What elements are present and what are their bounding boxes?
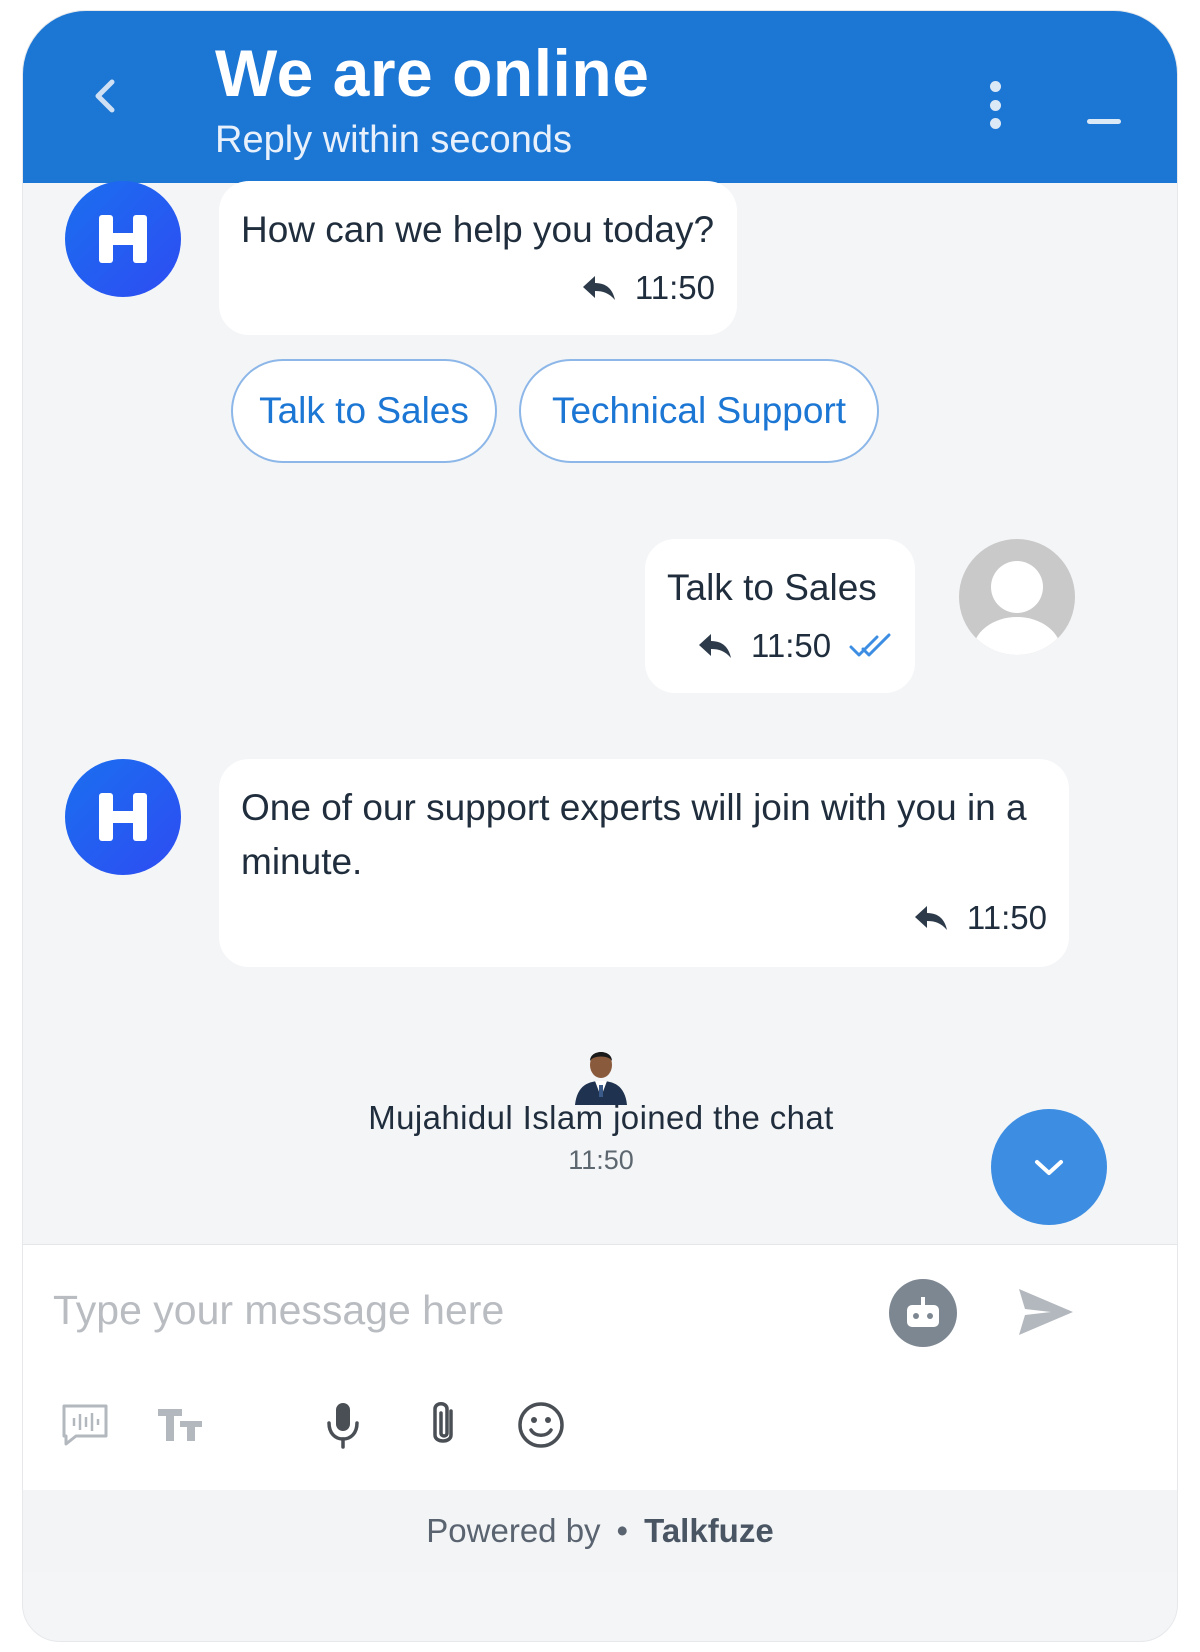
back-arrow-icon [95, 79, 115, 113]
brand-link[interactable]: Talkfuze [644, 1512, 774, 1550]
bot-button[interactable] [889, 1279, 957, 1347]
agent-avatar [65, 759, 181, 875]
header-subtitle: Reply within seconds [215, 119, 572, 161]
message-meta: 11:50 [913, 899, 1047, 937]
minimize-icon [1087, 119, 1121, 124]
brand-h-logo-icon [99, 793, 147, 841]
bot-icon [907, 1297, 939, 1327]
brand-h-logo-icon [99, 215, 147, 263]
user-placeholder-icon [973, 561, 1061, 655]
emoji-icon [518, 1402, 564, 1448]
reply-icon [699, 634, 731, 658]
message-text: How can we help you today? [241, 209, 715, 250]
message-meta: 11:50 [581, 269, 715, 307]
message-time: 11:50 [634, 269, 715, 306]
send-icon [1019, 1289, 1073, 1335]
scroll-down-button[interactable] [991, 1109, 1107, 1225]
microphone-icon [327, 1403, 359, 1449]
quick-reply-talk-to-sales[interactable]: Talk to Sales [231, 359, 497, 463]
quick-reply-technical-support[interactable]: Technical Support [519, 359, 879, 463]
agent-avatar [65, 181, 181, 297]
more-options-button[interactable] [973, 75, 1017, 135]
attachment-icon [433, 1402, 453, 1443]
double-check-icon [849, 633, 891, 657]
message-text: One of our support experts will join wit… [241, 787, 1027, 882]
text-format-button[interactable] [153, 1397, 209, 1453]
powered-by-footer: Powered by • Talkfuze [23, 1490, 1177, 1572]
message-bubble-agent: How can we help you today? 11:50 [219, 181, 737, 335]
text-format-icon [158, 1409, 202, 1441]
send-button[interactable] [1011, 1281, 1081, 1343]
message-meta: 11:50 [697, 627, 893, 665]
header-title: We are online [215, 36, 650, 110]
attachment-button[interactable] [415, 1397, 471, 1453]
message-time: 11:50 [966, 899, 1047, 936]
emoji-button[interactable] [513, 1397, 569, 1453]
message-text: Talk to Sales [667, 567, 877, 608]
more-vertical-icon [989, 81, 1001, 92]
message-input[interactable] [53, 1277, 873, 1343]
message-bubble-agent: One of our support experts will join wit… [219, 759, 1069, 967]
powered-by-text: Powered by [426, 1512, 601, 1549]
reply-icon [582, 276, 615, 300]
chat-header: We are online Reply within seconds [23, 11, 1177, 183]
voice-message-button[interactable] [57, 1397, 113, 1453]
chat-widget: We are online Reply within seconds How c… [22, 10, 1178, 1642]
reply-icon [914, 906, 947, 930]
voice-message-icon [62, 1404, 108, 1446]
minimize-button[interactable] [1073, 109, 1133, 139]
agent-photo-avatar [569, 1041, 633, 1105]
composer [23, 1244, 1177, 1490]
user-avatar [959, 539, 1075, 655]
microphone-button[interactable] [315, 1397, 371, 1453]
message-time: 11:50 [751, 627, 832, 664]
footer-separator: • [616, 1512, 629, 1549]
chevron-down-icon [1035, 1160, 1063, 1175]
message-bubble-user: Talk to Sales 11:50 [645, 539, 915, 693]
back-button[interactable] [85, 71, 125, 121]
